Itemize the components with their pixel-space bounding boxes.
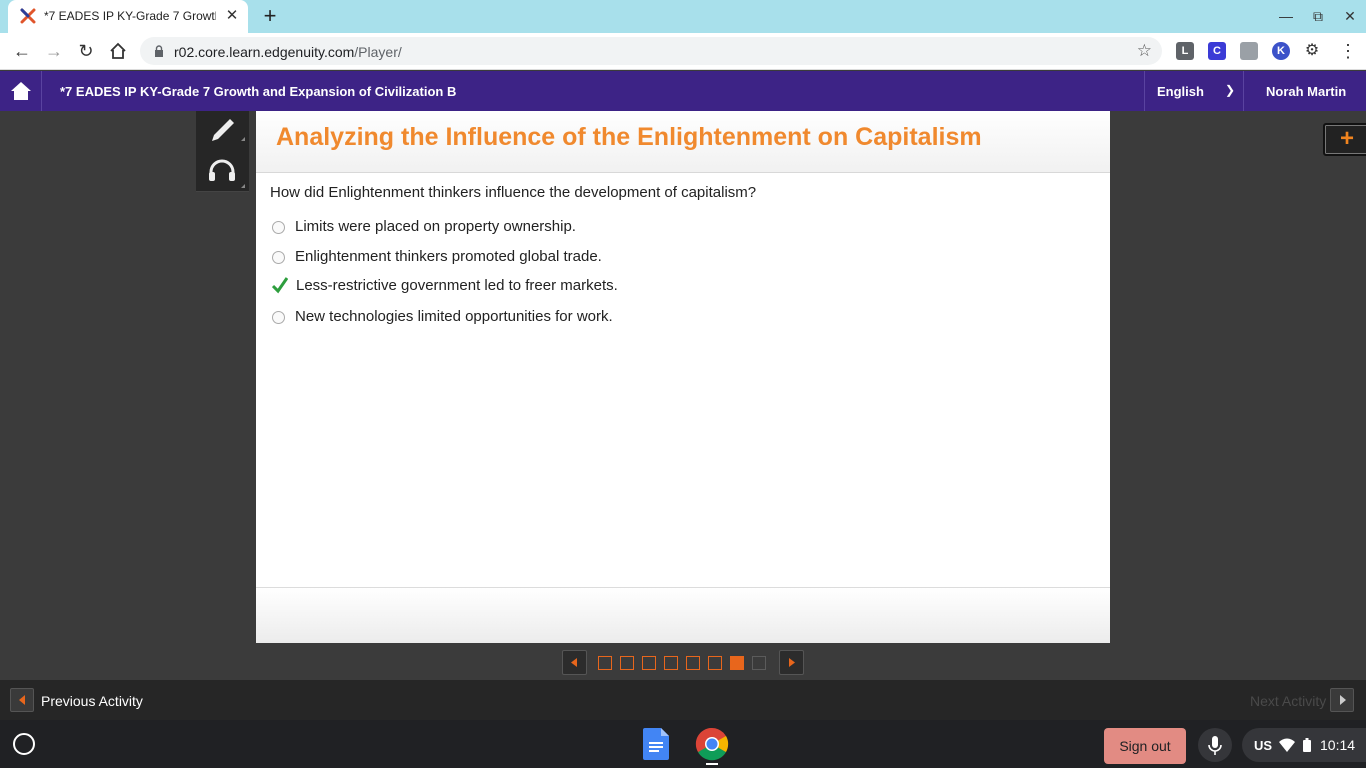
caret-left-icon	[571, 658, 577, 667]
tab-close-icon[interactable]: ✕	[224, 8, 240, 24]
google-docs-icon[interactable]	[643, 728, 669, 760]
radio-button[interactable]	[272, 311, 285, 324]
active-app-indicator	[706, 763, 718, 765]
pager-page-6[interactable]	[708, 656, 722, 670]
user-name[interactable]: Norah Martin	[1266, 84, 1346, 99]
extension-c-icon[interactable]: C	[1208, 42, 1226, 60]
plus-icon[interactable]: +	[1323, 123, 1366, 156]
next-activity-label: Next Activity	[1250, 693, 1327, 709]
language-select[interactable]: English ❯	[1144, 71, 1244, 111]
lock-icon	[155, 45, 163, 57]
minimize-icon[interactable]: —	[1276, 6, 1296, 26]
home-icon	[11, 82, 31, 100]
reload-icon[interactable]: ↻	[74, 39, 98, 63]
launcher-icon[interactable]	[13, 733, 35, 755]
bookmark-star-icon[interactable]: ☆	[1137, 41, 1152, 61]
app-header: *7 EADES IP KY-Grade 7 Growth and Expans…	[0, 71, 1366, 111]
language-label: English	[1157, 84, 1204, 99]
extension-k-icon[interactable]: K	[1272, 42, 1290, 60]
pager-page-3[interactable]	[642, 656, 656, 670]
extension-copy-icon[interactable]	[1240, 42, 1258, 60]
chrome-menu-icon[interactable]: ⋮	[1336, 39, 1360, 63]
lesson-title: Analyzing the Influence of the Enlighten…	[276, 123, 982, 151]
pager-previous-button[interactable]	[562, 650, 587, 675]
question-text: How did Enlightenment thinkers influence…	[270, 184, 757, 201]
next-activity-button[interactable]	[1330, 688, 1354, 712]
forward-icon[interactable]: →	[42, 39, 66, 63]
option-label: Less-restrictive government led to freer…	[296, 277, 618, 294]
pager-page-7[interactable]	[730, 656, 744, 670]
home-icon[interactable]	[106, 39, 130, 63]
chevron-down-icon: ❯	[1225, 83, 1236, 97]
window-close-icon[interactable]: ✕	[1340, 6, 1360, 26]
back-icon[interactable]: ←	[10, 39, 34, 63]
address-bar[interactable]: r02.core.learn.edgenuity.com/Player/ ☆	[140, 37, 1162, 65]
pager-page-1[interactable]	[598, 656, 612, 670]
new-tab-button[interactable]: +	[258, 5, 282, 29]
caret-right-icon	[1340, 695, 1346, 705]
activity-bar: Previous Activity Next Activity	[0, 680, 1366, 720]
pager-page-8	[752, 656, 766, 670]
clock: 10:14	[1320, 737, 1356, 753]
radio-button[interactable]	[272, 221, 285, 234]
caret-right-icon	[789, 658, 795, 667]
checkmark-icon	[272, 277, 288, 294]
option-label: New technologies limited opportunities f…	[295, 308, 613, 325]
pager-page-5[interactable]	[686, 656, 700, 670]
extension-l-icon[interactable]: L	[1176, 42, 1194, 60]
browser-toolbar: ← → ↻ r02.core.learn.edgenuity.com/Playe…	[0, 33, 1366, 70]
headphones-icon	[209, 159, 245, 188]
radio-button[interactable]	[272, 251, 285, 264]
course-title: *7 EADES IP KY-Grade 7 Growth and Expans…	[60, 84, 457, 99]
microphone-icon	[1208, 736, 1222, 755]
pager-next-button[interactable]	[779, 650, 804, 675]
keyboard-locale: US	[1254, 738, 1273, 753]
os-shelf: Sign out US 10:14	[0, 720, 1366, 768]
battery-icon	[1303, 738, 1311, 752]
panel-footer	[256, 587, 1110, 643]
pager-page-4[interactable]	[664, 656, 678, 670]
previous-activity-button[interactable]	[10, 688, 34, 712]
browser-tab[interactable]: *7 EADES IP KY-Grade 7 Growth and Expans…	[8, 0, 248, 33]
caret-left-icon	[19, 695, 25, 705]
annotate-tool-button[interactable]	[196, 111, 249, 153]
option-label: Enlightenment thinkers promoted global t…	[295, 248, 602, 265]
extensions-puzzle-icon[interactable]: ⚙	[1300, 39, 1324, 63]
text-to-speech-button[interactable]	[196, 150, 249, 192]
panel-header: Analyzing the Influence of the Enlighten…	[256, 111, 1110, 173]
edgenuity-favicon-icon	[20, 8, 36, 24]
status-tray[interactable]: US 10:14	[1242, 728, 1366, 762]
pencil-icon	[212, 119, 245, 141]
tab-title: *7 EADES IP KY-Grade 7 Growth and Expans…	[44, 9, 216, 23]
previous-activity-label[interactable]: Previous Activity	[41, 693, 143, 709]
restore-icon[interactable]: ⧉	[1308, 6, 1328, 26]
activity-panel: Analyzing the Influence of the Enlighten…	[256, 111, 1110, 643]
wifi-icon	[1279, 738, 1295, 752]
chrome-icon[interactable]	[695, 727, 729, 761]
pager-page-2[interactable]	[620, 656, 634, 670]
home-button[interactable]	[0, 71, 42, 111]
browser-tab-strip: *7 EADES IP KY-Grade 7 Growth and Expans…	[0, 0, 1366, 33]
microphone-button[interactable]	[1198, 728, 1232, 762]
sign-out-button[interactable]: Sign out	[1104, 728, 1186, 764]
option-label: Limits were placed on property ownership…	[295, 218, 576, 235]
url-text: r02.core.learn.edgenuity.com/Player/	[174, 44, 402, 60]
